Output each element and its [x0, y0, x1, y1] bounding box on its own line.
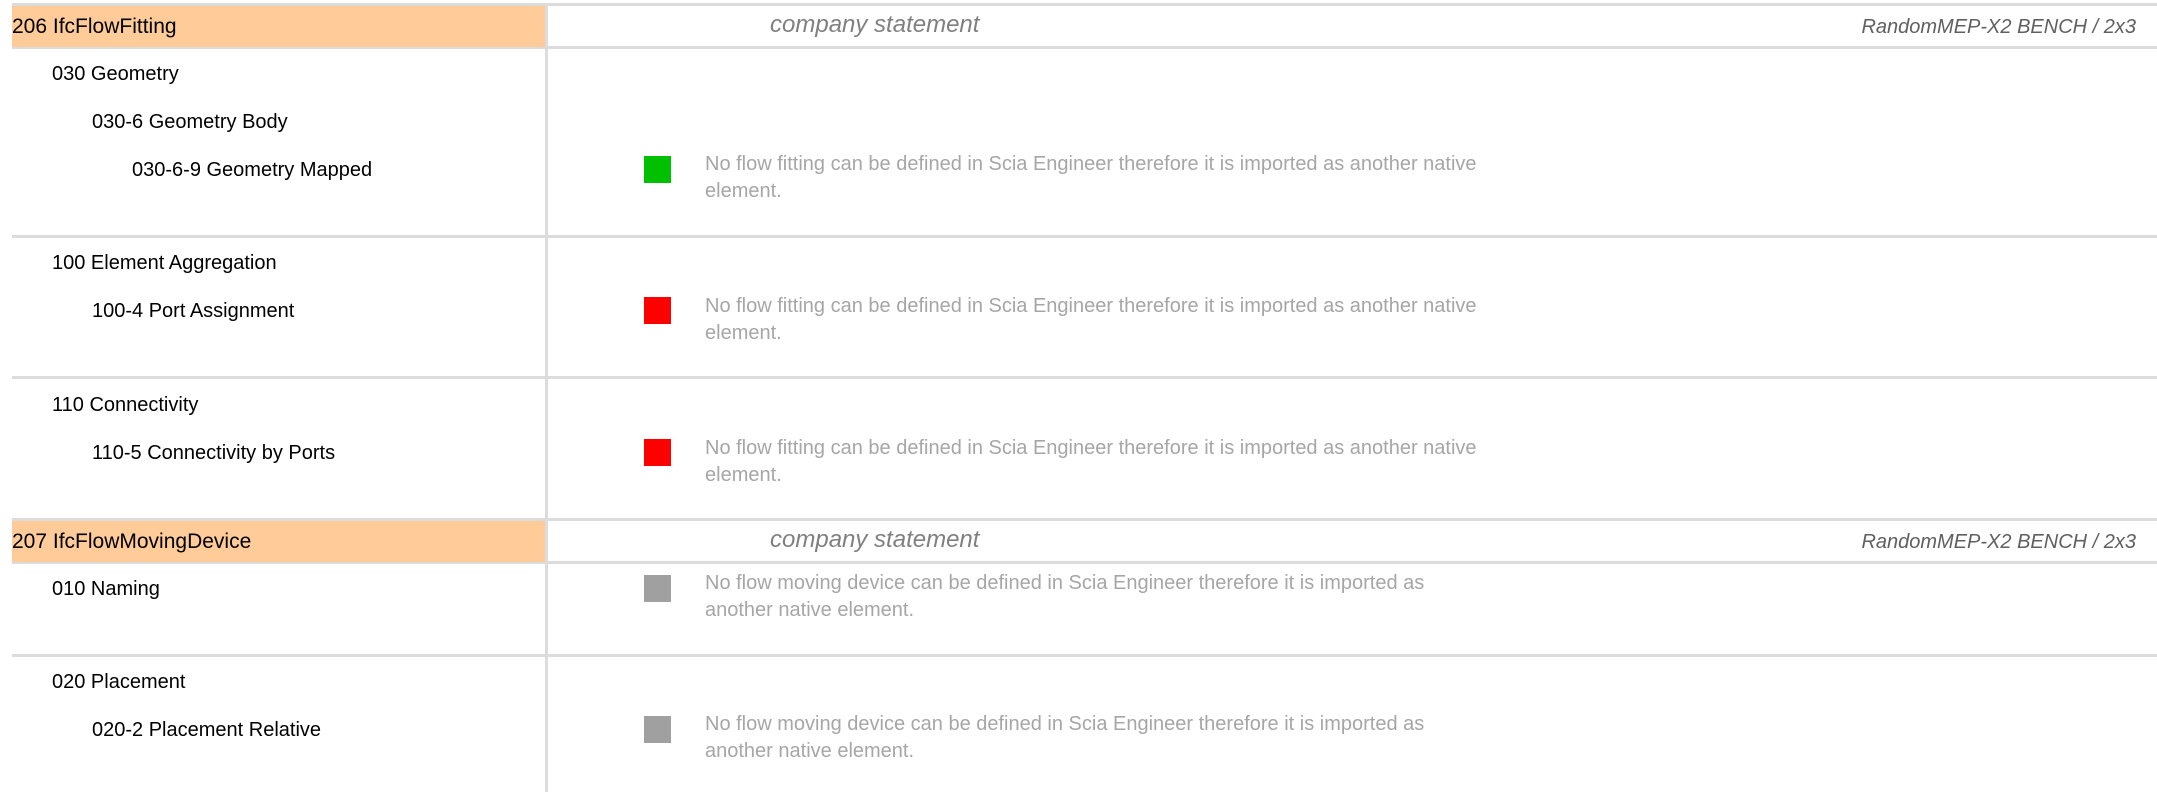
company-statement: company statement	[770, 11, 980, 38]
company-statement: company statement	[770, 526, 980, 553]
status-indicator-fail	[644, 297, 671, 324]
requirement-label: 020 Placement	[52, 671, 186, 693]
status-note: No flow moving device can be defined in …	[705, 713, 1425, 762]
requirement-label: 030 Geometry	[52, 63, 179, 85]
requirement-label: 020-2 Placement Relative	[92, 719, 322, 741]
requirement-label: 010 Naming	[52, 578, 160, 600]
status-note: No flow moving device can be defined in …	[705, 572, 1425, 621]
status-note: No flow fitting can be defined in Scia E…	[705, 295, 1477, 344]
requirement-label: 030-6 Geometry Body	[92, 111, 288, 133]
section-title: 207 IfcFlowMovingDevice	[12, 521, 545, 562]
status-indicator-pass	[644, 156, 671, 183]
requirement-label: 110 Connectivity	[52, 394, 199, 416]
status-indicator-fail	[644, 439, 671, 466]
status-indicator-na	[644, 575, 671, 602]
column-divider	[545, 5, 548, 792]
requirement-label: 100 Element Aggregation	[52, 252, 277, 274]
status-note: No flow fitting can be defined in Scia E…	[705, 153, 1477, 202]
requirement-label: 100-4 Port Assignment	[92, 300, 295, 322]
status-note: No flow fitting can be defined in Scia E…	[705, 437, 1477, 486]
divider	[12, 654, 2157, 657]
bench-label: RandomMEP-X2 BENCH / 2x3	[1861, 531, 2136, 553]
bench-label: RandomMEP-X2 BENCH / 2x3	[1861, 16, 2136, 38]
requirement-label: 110-5 Connectivity by Ports	[92, 442, 336, 464]
section-title: 206 IfcFlowFitting	[12, 6, 545, 47]
divider	[12, 376, 2157, 379]
requirement-label: 030-6-9 Geometry Mapped	[132, 159, 373, 181]
divider	[12, 235, 2157, 238]
status-indicator-na	[644, 716, 671, 743]
